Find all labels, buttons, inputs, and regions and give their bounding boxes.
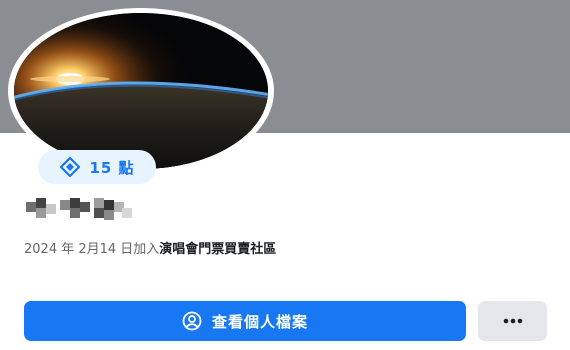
group-name-link[interactable]: 演唱會門票買賣社區 <box>159 242 276 257</box>
points-badge[interactable]: 15 點 <box>38 150 156 184</box>
diamond-icon <box>60 156 81 178</box>
more-dots-icon <box>503 318 522 324</box>
more-options-button[interactable] <box>478 301 547 341</box>
join-date: 2024 年 2月14 日加入 <box>24 242 160 257</box>
avatar[interactable] <box>14 13 268 169</box>
earth-sunrise-image <box>14 13 268 169</box>
points-label: 15 點 <box>89 158 135 177</box>
person-circle-icon <box>182 311 202 331</box>
profile-name-pixelated <box>26 198 132 220</box>
view-profile-label: 查看個人檔案 <box>211 312 308 331</box>
join-info: 2024 年 2月14 日加入演唱會門票買賣社區 <box>24 238 276 257</box>
view-profile-button[interactable]: 查看個人檔案 <box>24 301 466 341</box>
